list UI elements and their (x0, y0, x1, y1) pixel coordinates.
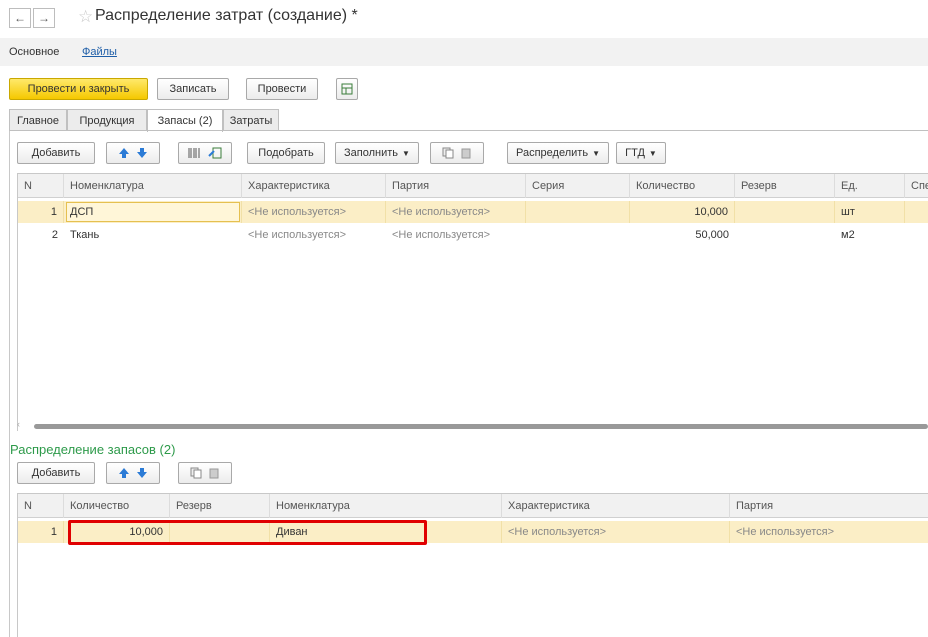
gtd-label: ГТД (625, 147, 645, 159)
back-button[interactable]: ← (9, 8, 31, 28)
col-reserve[interactable]: Резерв (735, 174, 835, 198)
tab-costs[interactable]: Затраты (223, 109, 279, 131)
col-reserve[interactable]: Резерв (170, 494, 270, 518)
move-down-icon[interactable] (136, 467, 148, 479)
distribution-copy-paste-buttons (178, 462, 232, 484)
move-up-icon[interactable] (118, 467, 130, 479)
save-button[interactable]: Записать (157, 78, 229, 100)
table-row[interactable]: 1 ДСП <Не используется> <Не используется… (18, 201, 928, 223)
cell-reserve[interactable] (735, 201, 835, 223)
col-characteristic[interactable]: Характеристика (242, 174, 386, 198)
fill-dropdown-button[interactable]: Заполнить ▼ (335, 142, 419, 164)
move-down-icon[interactable] (136, 147, 148, 159)
col-spec[interactable]: Спе (905, 174, 928, 198)
col-quantity[interactable]: Количество (64, 494, 170, 518)
cell-series[interactable] (526, 201, 630, 223)
col-batch[interactable]: Партия (386, 174, 526, 198)
copy-paste-buttons (430, 142, 484, 164)
nav-files-link[interactable]: Файлы (82, 46, 117, 58)
table-row[interactable]: 2 Ткань <Не используется> <Не использует… (18, 224, 928, 246)
distribution-move-buttons (106, 462, 160, 484)
col-characteristic[interactable]: Характеристика (502, 494, 730, 518)
barcode-icon[interactable] (188, 147, 202, 159)
tab-products[interactable]: Продукция (67, 109, 147, 131)
report-structure-icon (341, 83, 353, 95)
cell-quantity[interactable]: 50,000 (630, 224, 735, 246)
caret-down-icon: ▼ (402, 148, 410, 158)
distribution-title: Распределение запасов (2) (10, 442, 176, 457)
col-item[interactable]: Номенклатура (270, 494, 502, 518)
scroll-left-icon[interactable]: ‹ (17, 419, 20, 429)
row-number: 1 (18, 521, 64, 543)
cell-item[interactable]: ДСП (64, 201, 242, 223)
col-series[interactable]: Серия (526, 174, 630, 198)
cell-characteristic[interactable]: <Не используется> (242, 224, 386, 246)
stock-add-button[interactable]: Добавить (17, 142, 95, 164)
cell-unit[interactable]: м2 (835, 224, 905, 246)
favorite-star-icon[interactable]: ☆ (78, 7, 93, 27)
row-number: 1 (18, 201, 64, 223)
copy-icon[interactable] (190, 467, 202, 479)
col-quantity[interactable]: Количество (630, 174, 735, 198)
import-data-icon[interactable] (208, 147, 222, 159)
col-n[interactable]: N (18, 174, 64, 198)
tab-divider (9, 130, 928, 131)
col-n[interactable]: N (18, 494, 64, 518)
col-item[interactable]: Номенклатура (64, 174, 242, 198)
back-arrow-icon: ← (14, 11, 26, 25)
nav-main[interactable]: Основное (9, 46, 59, 58)
form-navigation: Основное Файлы (0, 38, 928, 66)
stock-table-header: N Номенклатура Характеристика Партия Сер… (18, 174, 928, 198)
cell-reserve[interactable] (735, 224, 835, 246)
row-number: 2 (51, 229, 58, 241)
forward-arrow-icon: → (38, 11, 50, 25)
caret-down-icon: ▼ (648, 148, 657, 158)
distribution-add-button[interactable]: Добавить (17, 462, 95, 484)
move-up-icon[interactable] (118, 147, 130, 159)
post-and-close-button[interactable]: Провести и закрыть (9, 78, 148, 100)
select-items-button[interactable]: Подобрать (247, 142, 325, 164)
col-batch[interactable]: Партия (730, 494, 928, 518)
cell-characteristic[interactable]: <Не используется> (502, 521, 730, 543)
paste-icon[interactable] (460, 147, 472, 159)
cell-quantity[interactable]: 10,000 (630, 201, 735, 223)
cell-characteristic[interactable]: <Не используется> (242, 201, 386, 223)
cell-unit[interactable]: шт (835, 201, 905, 223)
horizontal-scrollbar[interactable] (34, 424, 928, 429)
move-buttons (106, 142, 160, 164)
distribution-table-header: N Количество Резерв Номенклатура Характе… (18, 494, 928, 518)
distribute-dropdown-button[interactable]: Распределить ▼ (507, 142, 609, 164)
gtd-dropdown-button[interactable]: ГТД ▼ (616, 142, 666, 164)
barcode-buttons (178, 142, 232, 164)
col-unit[interactable]: Ед. (835, 174, 905, 198)
highlight-annotation (68, 520, 427, 545)
tab-stocks[interactable]: Запасы (2) (147, 109, 223, 132)
paste-icon[interactable] (208, 467, 220, 479)
tab-main[interactable]: Главное (9, 109, 67, 131)
cell-batch[interactable]: <Не используется> (386, 201, 526, 223)
window-title: Распределение затрат (создание) * (95, 7, 358, 24)
stock-table: N Номенклатура Характеристика Партия Сер… (17, 173, 928, 431)
distribute-label: Распределить (516, 147, 589, 159)
cell-batch[interactable]: <Не используется> (730, 521, 928, 543)
structure-report-button[interactable] (336, 78, 358, 100)
post-button[interactable]: Провести (246, 78, 318, 100)
panel-border (9, 131, 10, 637)
cell-series[interactable] (526, 224, 630, 246)
caret-down-icon: ▼ (592, 148, 600, 158)
fill-label: Заполнить (344, 147, 399, 159)
distribution-table: N Количество Резерв Номенклатура Характе… (17, 493, 928, 637)
forward-button[interactable]: → (33, 8, 55, 28)
cell-batch[interactable]: <Не используется> (386, 224, 526, 246)
cell-item[interactable]: Ткань (64, 224, 242, 246)
copy-icon[interactable] (442, 147, 454, 159)
